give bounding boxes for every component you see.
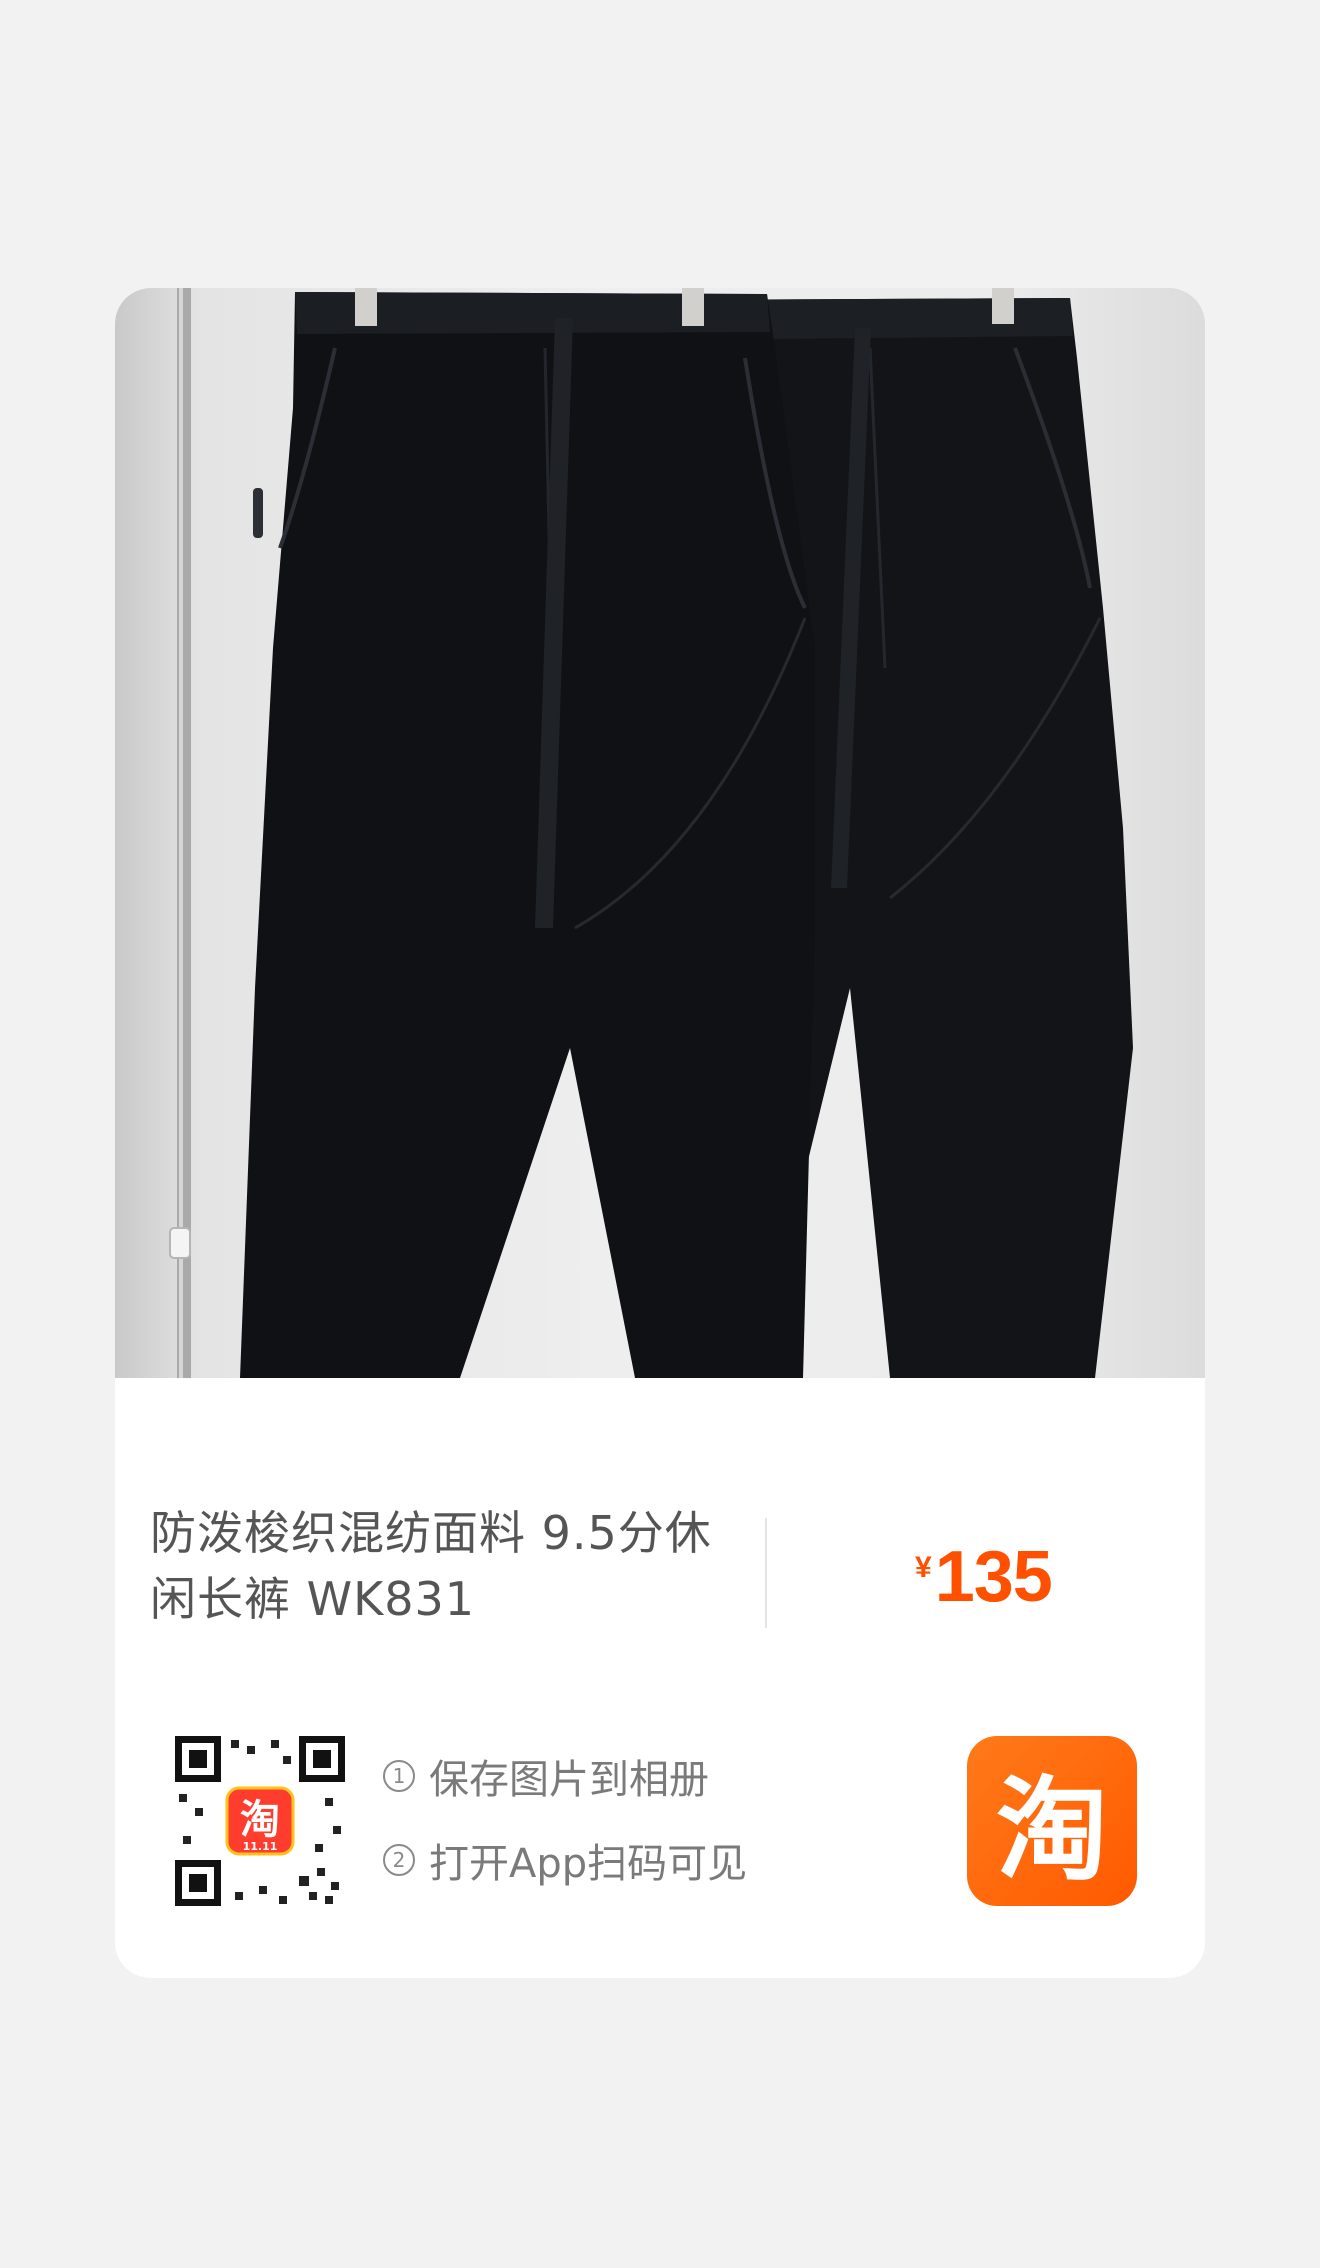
taobao-logo-icon: 淘 [967,1736,1137,1906]
product-image [115,288,1205,1378]
share-card: 防泼梭织混纺面料 9.5分休闲长裤 WK831 ¥135 淘 11.11 1 保… [115,288,1205,1978]
step-number-1: 1 [383,1760,415,1792]
step-open-app: 2 打开App扫码可见 [383,1830,747,1890]
qr-badge-sub: 11.11 [243,1840,278,1853]
step-save-image-text: 保存图片到相册 [429,1757,709,1803]
scan-instructions: 1 保存图片到相册 2 打开App扫码可见 [383,1746,747,1914]
qr-badge-char: 淘 [240,1797,280,1843]
step-save-image: 1 保存图片到相册 [383,1746,747,1806]
currency-symbol: ¥ [915,1551,932,1584]
product-price: ¥135 [915,1536,1053,1618]
step-number-2: 2 [383,1844,415,1876]
divider [765,1518,767,1628]
product-title: 防泼梭织混纺面料 9.5分休闲长裤 WK831 [150,1506,712,1626]
qr-code-icon: 淘 11.11 [175,1736,345,1906]
price-amount: 135 [934,1537,1053,1617]
step-open-app-text: 打开App扫码可见 [429,1841,748,1887]
